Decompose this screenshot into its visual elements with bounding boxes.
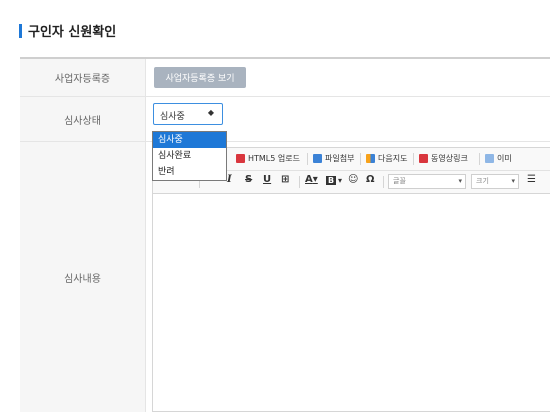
toolbar-divider: [383, 176, 384, 188]
image-label: 이미: [497, 154, 512, 163]
special-char-icon[interactable]: Ω: [366, 174, 375, 185]
font-family-select[interactable]: 글꼴 ▾: [388, 174, 466, 189]
review-content-label: 심사내용: [20, 142, 145, 412]
image-icon: [485, 154, 494, 163]
font-size-select[interactable]: 크기 ▾: [471, 174, 519, 189]
row-review-status: 심사상태 심사중 ◆: [20, 97, 550, 142]
toolbar-divider: [479, 153, 480, 165]
chevron-down-icon: ▾: [338, 176, 343, 185]
table-icon[interactable]: ⊞: [281, 174, 289, 185]
toolbar-divider: [307, 153, 308, 165]
italic-button[interactable]: I: [227, 174, 232, 185]
page-header: 구인자 신원확인: [19, 21, 116, 40]
font-color-button[interactable]: A▾: [305, 174, 318, 185]
strikethrough-button[interactable]: S: [245, 174, 252, 185]
font-family-value: 글꼴: [393, 177, 406, 185]
status-option-rejected[interactable]: 반려: [153, 164, 226, 180]
bg-color-button[interactable]: B: [326, 176, 337, 185]
review-status-value: 심사중: [160, 112, 185, 122]
chevron-down-icon: ▾: [511, 177, 515, 185]
file-attach-label: 파일첨부: [325, 154, 355, 163]
map-icon: [366, 154, 375, 163]
status-option-reviewing[interactable]: 심사중: [153, 132, 226, 148]
status-option-completed[interactable]: 심사완료: [153, 148, 226, 164]
title-accent-bar: [19, 23, 22, 38]
video-icon: [419, 154, 428, 163]
review-status-label: 심사상태: [20, 97, 145, 141]
html5-upload-label: HTML5 업로드: [248, 154, 300, 163]
image-button[interactable]: 이미: [485, 153, 512, 164]
review-content-cell: HTML5 업로드 파일첨부 다음지도 동영상링크 이미 I S U ⊞ A▾ …: [145, 142, 550, 412]
business-reg-cell: 사업자등록증 보기: [145, 59, 550, 96]
list-icon[interactable]: ☰: [527, 174, 536, 185]
underline-button[interactable]: U: [263, 174, 271, 185]
daum-map-label: 다음지도: [378, 154, 408, 163]
toolbar-divider: [360, 153, 361, 165]
daum-map-button[interactable]: 다음지도: [366, 153, 407, 164]
review-status-dropdown: 심사중 심사완료 반려: [152, 131, 227, 181]
font-size-value: 크기: [476, 177, 489, 185]
file-icon: [313, 154, 322, 163]
html5-upload-button[interactable]: HTML5 업로드: [236, 153, 300, 164]
toolbar-divider: [413, 153, 414, 165]
font-color-letter: A: [305, 174, 313, 185]
view-business-reg-button[interactable]: 사업자등록증 보기: [154, 67, 246, 88]
rich-text-editor[interactable]: HTML5 업로드 파일첨부 다음지도 동영상링크 이미 I S U ⊞ A▾ …: [152, 147, 550, 412]
business-reg-label: 사업자등록증: [20, 59, 145, 96]
row-review-content: 심사내용 HTML5 업로드 파일첨부 다음지도 동영상링크 이미 I S U …: [20, 142, 550, 412]
identity-form: 사업자등록증 사업자등록증 보기 심사상태 심사중 ◆ 심사내용 HTML5 업…: [20, 57, 550, 412]
html5-icon: [236, 154, 245, 163]
video-link-label: 동영상링크: [431, 154, 468, 163]
chevron-down-icon: ▾: [458, 177, 462, 185]
toolbar-divider: [299, 176, 300, 188]
chevron-down-icon: ◆: [207, 108, 214, 117]
file-attach-button[interactable]: 파일첨부: [313, 153, 354, 164]
review-status-select[interactable]: 심사중 ◆: [153, 103, 223, 125]
page-title: 구인자 신원확인: [28, 25, 117, 40]
emoji-icon[interactable]: ☺: [348, 174, 358, 185]
row-business-registration: 사업자등록증 사업자등록증 보기: [20, 59, 550, 97]
video-link-button[interactable]: 동영상링크: [419, 153, 468, 164]
